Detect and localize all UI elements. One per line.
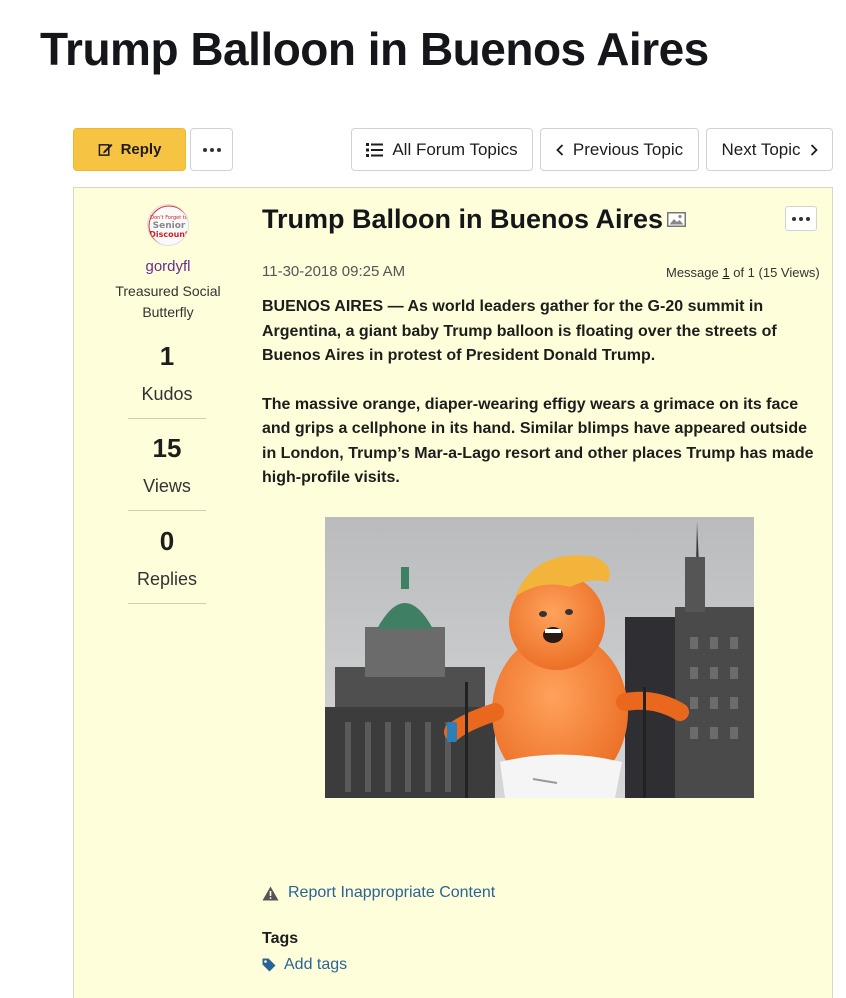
post-title: Trump Balloon in Buenos Aires [262,204,687,235]
image-icon [667,212,687,227]
post-body: BUENOS AIRES — As world leaders gather f… [262,295,822,491]
all-forum-topics-button[interactable]: All Forum Topics [351,128,533,171]
forum-post: Don't Forget to Senior Discount gordyfl … [73,187,833,998]
message-index-link[interactable]: 1 [722,265,729,280]
edit-icon [98,143,113,156]
post-date: 11-30-2018 09:25 AM [262,263,406,280]
divider [128,418,206,419]
previous-topic-button[interactable]: Previous Topic [540,128,699,171]
kudos-stat: 1 Kudos [128,341,206,419]
replies-stat: 0 Replies [128,526,206,604]
page-title: Trump Balloon in Buenos Aires [40,23,709,75]
chevron-right-icon [810,143,818,156]
post-options-button[interactable] [785,206,817,231]
reply-label: Reply [120,141,162,158]
author-rank-text: Treasured Social Butterfly [115,283,221,320]
views-label: Views [143,476,191,496]
message-meta-suffix: of 1 (15 Views) [729,265,820,280]
message-meta: Message 1 of 1 (15 Views) [666,265,820,280]
warning-icon [262,886,279,900]
kudos-label: Kudos [141,384,193,404]
message-meta-prefix: Message [666,265,723,280]
post-paragraph: The massive orange, diaper-wearing effig… [262,395,814,487]
post-title-text: Trump Balloon in Buenos Aires [262,204,664,234]
next-topic-label: Next Topic [721,139,801,159]
tag-icon [262,958,276,972]
ellipsis-icon [792,216,810,221]
views-stat: 15 Views [128,433,206,511]
divider [128,510,206,511]
post-paragraph: BUENOS AIRES — As world leaders gather f… [262,298,777,364]
chevron-left-icon [556,143,564,156]
replies-label: Replies [136,569,198,589]
avatar-text-3: Discount [149,230,189,239]
next-topic-button[interactable]: Next Topic [706,128,833,171]
add-tags-label: Add tags [284,956,348,973]
all-forum-topics-label: All Forum Topics [392,139,518,159]
kudos-count: 1 [159,341,175,371]
post-image[interactable] [325,517,754,798]
list-icon [366,142,384,157]
report-content-label: Report Inappropriate Content [288,884,496,901]
avatar[interactable]: Don't Forget to Senior Discount [147,204,189,246]
divider [128,603,206,604]
report-content-link[interactable]: Report Inappropriate Content [262,884,495,902]
tags-heading: Tags [262,930,299,947]
replies-count: 0 [159,526,175,556]
add-tags-link[interactable]: Add tags [262,956,347,974]
author-rank: Treasured Social Butterfly [74,281,262,323]
ellipsis-icon [202,147,221,152]
more-options-button[interactable] [190,128,233,171]
views-count: 15 [152,433,182,463]
reply-button[interactable]: Reply [73,128,186,171]
author-username[interactable]: gordyfl [74,258,262,275]
previous-topic-label: Previous Topic [572,139,684,159]
